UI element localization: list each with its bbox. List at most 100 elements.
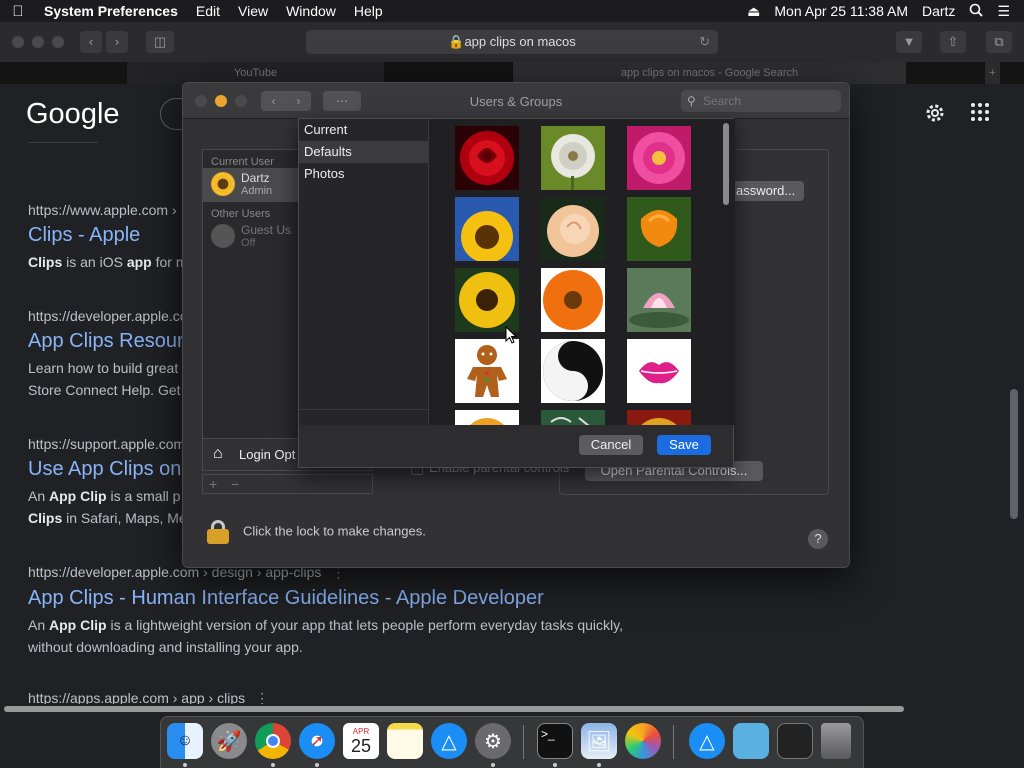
- tabs-overview-icon[interactable]: ⧉: [986, 31, 1012, 53]
- apple-menu-icon[interactable]: : [0, 3, 36, 20]
- preview-icon[interactable]: 🖼: [581, 723, 617, 759]
- tab-bar: YouTube app clips on macos - Google Sear…: [0, 62, 1024, 84]
- menu-clock[interactable]: Mon Apr 25 11:38 AM: [774, 3, 908, 19]
- lock-icon[interactable]: [207, 520, 229, 544]
- safari-close-button[interactable]: [12, 36, 24, 48]
- help-button[interactable]: ?: [808, 529, 828, 549]
- picture-grid: [429, 119, 735, 425]
- guest-avatar-icon: [211, 224, 235, 248]
- picture-yellow-daisy[interactable]: [455, 268, 519, 332]
- picture-categories: Current Defaults Photos: [299, 119, 429, 425]
- safari-forward-icon[interactable]: ›: [106, 31, 128, 53]
- avatar: [211, 172, 235, 196]
- save-button[interactable]: Save: [657, 435, 711, 455]
- picture-gingerbread-man[interactable]: [455, 339, 519, 403]
- divider: [299, 409, 429, 410]
- lock-row: Click the lock to make changes.: [207, 520, 426, 544]
- downloads-icon[interactable]: ▼: [896, 31, 922, 53]
- cancel-button[interactable]: Cancel: [579, 435, 643, 455]
- picture-pink-dahlia[interactable]: [627, 126, 691, 190]
- login-options-label: Login Opt: [239, 447, 296, 462]
- calendar-month: APR: [352, 726, 370, 736]
- picture-gold-medal[interactable]: [627, 410, 691, 425]
- picture-dandelion[interactable]: [541, 126, 605, 190]
- lock-icon: 🔒: [448, 34, 465, 49]
- sidebar-toggle-icon[interactable]: ◫: [146, 31, 174, 53]
- search-result: https://developer.apple.com › design › a…: [28, 564, 648, 658]
- tab-youtube[interactable]: YouTube: [126, 62, 384, 84]
- mouse-cursor-icon: [505, 325, 518, 344]
- spotlight-search-icon[interactable]: [969, 3, 984, 20]
- new-tab-button[interactable]: +: [984, 62, 1000, 84]
- finder-icon[interactable]: ☺: [167, 723, 203, 759]
- address-bar[interactable]: 🔒app clips on macos ↻: [306, 30, 718, 54]
- safari-toolbar: ‹ › ◫ 🔒app clips on macos ↻ ▼ ⇧ ⧉: [0, 22, 1024, 62]
- window-titlebar: ‹ › ⋯ Users & Groups ⚲ Search: [183, 83, 849, 119]
- safari-minimize-button[interactable]: [32, 36, 44, 48]
- result-title[interactable]: App Clips - Human Interface Guidelines -…: [28, 587, 648, 610]
- app-store-downloads-icon[interactable]: △: [689, 723, 725, 759]
- reload-icon[interactable]: ↻: [699, 30, 710, 54]
- picture-chalkboard[interactable]: [541, 410, 605, 425]
- menu-view[interactable]: View: [229, 3, 277, 19]
- add-remove-bar: + −: [202, 474, 373, 494]
- settings-gear-icon[interactable]: [924, 102, 946, 130]
- search-icon: ⚲: [687, 94, 696, 108]
- folder-icon[interactable]: [733, 723, 769, 759]
- app-store-icon[interactable]: △: [431, 723, 467, 759]
- picture-red-rose[interactable]: [455, 126, 519, 190]
- category-photos[interactable]: Photos: [299, 163, 428, 185]
- menu-window[interactable]: Window: [277, 3, 345, 19]
- menu-bar:  System Preferences Edit View Window He…: [0, 0, 1024, 22]
- menu-help[interactable]: Help: [345, 3, 392, 19]
- house-icon: ⌂: [213, 445, 223, 462]
- system-preferences-icon[interactable]: ⚙: [475, 723, 511, 759]
- chrome-icon[interactable]: [255, 723, 291, 759]
- add-user-button[interactable]: +: [209, 476, 217, 492]
- address-text: app clips on macos: [464, 34, 576, 49]
- lock-text: Click the lock to make changes.: [243, 523, 426, 539]
- share-icon[interactable]: ⇧: [940, 31, 966, 53]
- safari-icon[interactable]: ➚: [299, 723, 335, 759]
- picture-lipstick-kiss[interactable]: [627, 339, 691, 403]
- safari-zoom-button[interactable]: [52, 36, 64, 48]
- result-snippet: An App Clip is a lightweight version of …: [28, 617, 624, 655]
- tab-youtube-label: YouTube: [233, 67, 278, 79]
- horizontal-scrollbar[interactable]: [0, 704, 1024, 714]
- apps-grid-icon[interactable]: [970, 102, 990, 128]
- eject-icon[interactable]: ⏏: [747, 3, 760, 20]
- picture-water-lily[interactable]: [627, 268, 691, 332]
- launchpad-icon[interactable]: 🚀: [211, 723, 247, 759]
- picture-orange-poppy[interactable]: [627, 197, 691, 261]
- picture-yin-yang[interactable]: [541, 339, 605, 403]
- preferences-search-input[interactable]: ⚲ Search: [681, 90, 841, 112]
- menu-edit[interactable]: Edit: [187, 3, 229, 19]
- calendar-icon[interactable]: APR 25: [343, 723, 379, 759]
- remove-user-button[interactable]: −: [231, 476, 239, 492]
- change-password-button[interactable]: assword...: [730, 181, 804, 201]
- scrollbar-thumb[interactable]: [4, 706, 904, 712]
- notification-center-icon[interactable]: ☰: [997, 3, 1010, 20]
- picture-sunflower[interactable]: [455, 197, 519, 261]
- dock: ☺ 🚀 ➚ APR 25 △ ⚙ >_ 🖼 △: [160, 716, 864, 768]
- google-logo[interactable]: Google: [26, 98, 120, 131]
- category-defaults[interactable]: Defaults: [299, 141, 428, 163]
- trash-icon[interactable]: [821, 723, 851, 759]
- window-thumbnail-icon[interactable]: [777, 723, 813, 759]
- photos-icon[interactable]: [625, 723, 661, 759]
- picker-footer: Cancel Save: [299, 425, 735, 469]
- safari-back-icon[interactable]: ‹: [80, 31, 102, 53]
- picture-grid-scrollbar[interactable]: [723, 123, 729, 205]
- divider: [28, 142, 98, 143]
- tab-google-search[interactable]: app clips on macos - Google Search: [512, 62, 906, 84]
- notes-icon[interactable]: [387, 723, 423, 759]
- picture-orange-gerbera[interactable]: [541, 268, 605, 332]
- picture-orange-slice[interactable]: [455, 410, 519, 425]
- menu-user[interactable]: Dartz: [922, 3, 955, 19]
- vertical-scrollbar[interactable]: [1010, 389, 1018, 519]
- picture-picker-sheet: Current Defaults Photos Cancel Save: [298, 118, 735, 469]
- menu-app-name[interactable]: System Preferences: [36, 3, 187, 19]
- picture-peach-rose[interactable]: [541, 197, 605, 261]
- terminal-icon[interactable]: >_: [537, 723, 573, 759]
- category-current[interactable]: Current: [299, 119, 428, 141]
